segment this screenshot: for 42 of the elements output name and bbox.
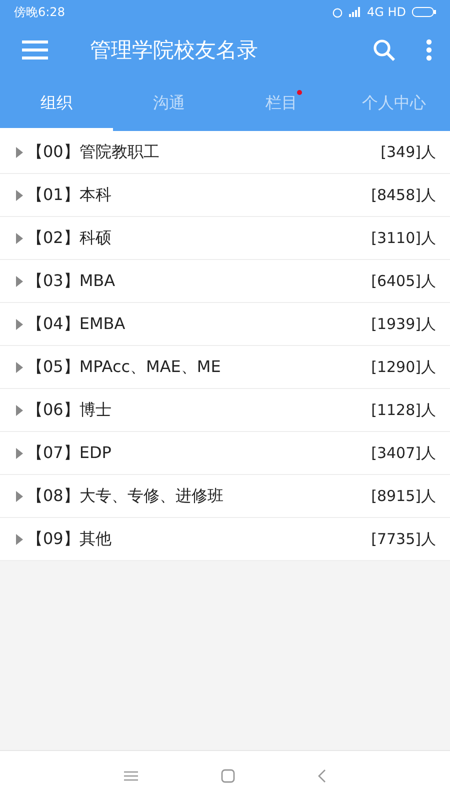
- signal-icon: [348, 7, 361, 17]
- battery-icon: [412, 7, 436, 17]
- expand-arrow-icon[interactable]: [16, 490, 23, 502]
- group-name: 【09】其他: [27, 528, 112, 550]
- menu-icon: [124, 770, 138, 780]
- expand-arrow-icon[interactable]: [16, 318, 23, 330]
- expand-arrow-icon[interactable]: [16, 276, 23, 286]
- expand-arrow-icon[interactable]: [16, 190, 23, 200]
- group-name: 【05】MPAcc、MAE、ME: [27, 356, 222, 378]
- member-count: [349]人: [380, 142, 436, 162]
- back-icon: [318, 768, 326, 782]
- member-count: [6405]人: [371, 272, 436, 290]
- member-count: [8915]人: [371, 486, 436, 506]
- group-name: 【01】本科: [27, 184, 112, 206]
- expand-arrow-icon[interactable]: [16, 146, 23, 158]
- group-name: 【02】科硕: [27, 228, 112, 248]
- group-name: 【00】管院教职工: [27, 142, 160, 162]
- more-icon: [426, 39, 432, 61]
- network-label: 4G HD: [366, 5, 406, 19]
- tab[interactable]: 个人中心: [338, 76, 450, 131]
- member-count: [3110]人: [371, 228, 436, 248]
- expand-arrow-icon[interactable]: [16, 232, 23, 244]
- notification-dot: [296, 90, 302, 95]
- group-name: 【07】EDP: [27, 442, 112, 464]
- expand-arrow-icon[interactable]: [16, 362, 23, 372]
- tab[interactable]: 沟通: [112, 76, 225, 131]
- tab[interactable]: 栏目: [225, 76, 338, 131]
- group-name: 【03】MBA: [27, 270, 116, 292]
- expand-arrow-icon[interactable]: [16, 448, 23, 458]
- group-name: 【04】EMBA: [27, 314, 126, 334]
- expand-arrow-icon[interactable]: [16, 534, 23, 544]
- app-title: 管理学院校友名录: [90, 37, 259, 64]
- member-count: [1290]人: [371, 358, 436, 376]
- group-name: 【06】博士: [27, 400, 112, 420]
- group-name: 【08】大专、专修、进修班: [27, 486, 224, 506]
- member-count: [1939]人: [371, 314, 436, 334]
- status-time: 傍晚6:28: [14, 4, 65, 20]
- member-count: [1128]人: [371, 400, 436, 420]
- member-count: [7735]人: [371, 530, 436, 548]
- member-count: [3407]人: [371, 444, 436, 462]
- expand-arrow-icon[interactable]: [16, 404, 23, 416]
- member-count: [8458]人: [371, 186, 436, 204]
